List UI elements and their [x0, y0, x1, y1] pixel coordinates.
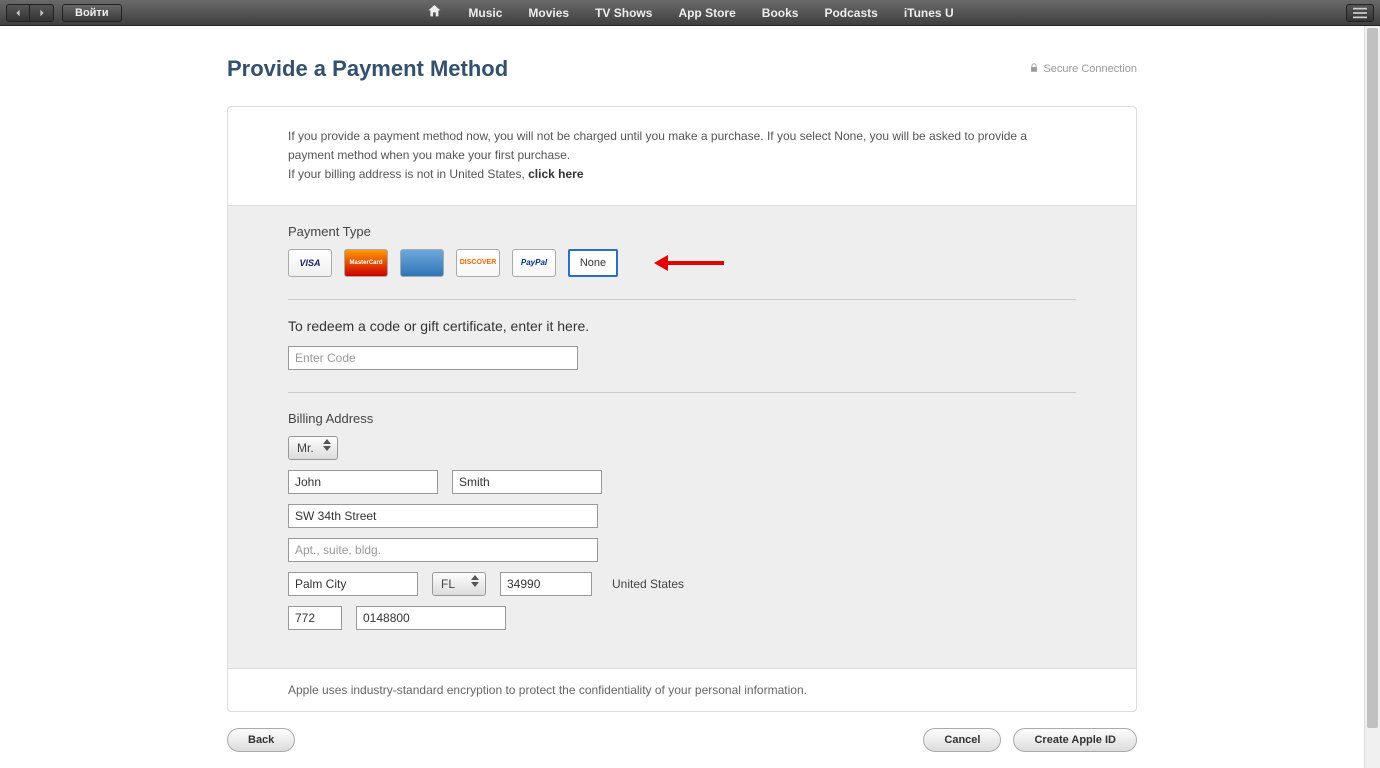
payment-mastercard[interactable]: MasterCard — [344, 249, 388, 277]
scrollbar[interactable] — [1364, 26, 1380, 768]
main-panel: If you provide a payment method now, you… — [227, 106, 1137, 712]
nav-music[interactable]: Music — [468, 6, 502, 20]
top-toolbar: Войти Music Movies TV Shows App Store Bo… — [0, 0, 1380, 26]
annotation-arrow-icon — [654, 256, 724, 270]
payment-type-label: Payment Type — [288, 224, 1076, 239]
last-name-input[interactable] — [452, 470, 602, 494]
country-label: United States — [612, 577, 684, 591]
street-input[interactable] — [288, 504, 598, 528]
cancel-button[interactable]: Cancel — [923, 728, 1001, 752]
scroll-thumb[interactable] — [1367, 28, 1378, 728]
lock-icon — [1029, 63, 1039, 76]
redeem-section: To redeem a code or gift certificate, en… — [288, 300, 1076, 393]
back-button[interactable]: Back — [227, 728, 295, 752]
nav-books[interactable]: Books — [762, 6, 799, 20]
payment-paypal[interactable]: PayPal — [512, 249, 556, 277]
nav-podcasts[interactable]: Podcasts — [824, 6, 877, 20]
payment-type-section: Payment Type VISA MasterCard DISCOVER Pa… — [288, 206, 1076, 300]
payment-discover[interactable]: DISCOVER — [456, 249, 500, 277]
zip-input[interactable] — [500, 572, 592, 596]
title-select[interactable]: Mr. — [288, 436, 338, 460]
redeem-text: To redeem a code or gift certificate, en… — [288, 318, 1076, 334]
create-apple-id-button[interactable]: Create Apple ID — [1013, 728, 1137, 752]
phone-area-input[interactable] — [288, 606, 342, 630]
nav-itunesu[interactable]: iTunes U — [904, 6, 954, 20]
nav-center: Music Movies TV Shows App Store Books Po… — [426, 3, 953, 22]
encryption-note: Apple uses industry-standard encryption … — [228, 668, 1136, 711]
login-button[interactable]: Войти — [62, 4, 122, 22]
payment-amex[interactable] — [400, 249, 444, 277]
page-title: Provide a Payment Method — [227, 56, 508, 82]
state-select[interactable]: FL — [432, 572, 486, 596]
secure-connection-label: Secure Connection — [1029, 63, 1137, 76]
first-name-input[interactable] — [288, 470, 438, 494]
click-here-link[interactable]: click here — [528, 167, 583, 181]
payment-none[interactable]: None — [568, 249, 618, 277]
billing-label: Billing Address — [288, 411, 1076, 426]
home-icon[interactable] — [426, 3, 442, 22]
apt-input[interactable] — [288, 538, 598, 562]
city-input[interactable] — [288, 572, 418, 596]
nav-forward-button[interactable] — [30, 4, 54, 22]
intro-text: If you provide a payment method now, you… — [228, 107, 1136, 206]
nav-back-button[interactable] — [6, 4, 30, 22]
billing-section: Billing Address Mr. FL United States — [228, 393, 1136, 668]
payment-visa[interactable]: VISA — [288, 249, 332, 277]
menu-button[interactable] — [1346, 4, 1374, 22]
nav-movies[interactable]: Movies — [528, 6, 569, 20]
redeem-code-input[interactable] — [288, 346, 578, 370]
phone-number-input[interactable] — [356, 606, 506, 630]
nav-tvshows[interactable]: TV Shows — [595, 6, 652, 20]
nav-appstore[interactable]: App Store — [678, 6, 735, 20]
